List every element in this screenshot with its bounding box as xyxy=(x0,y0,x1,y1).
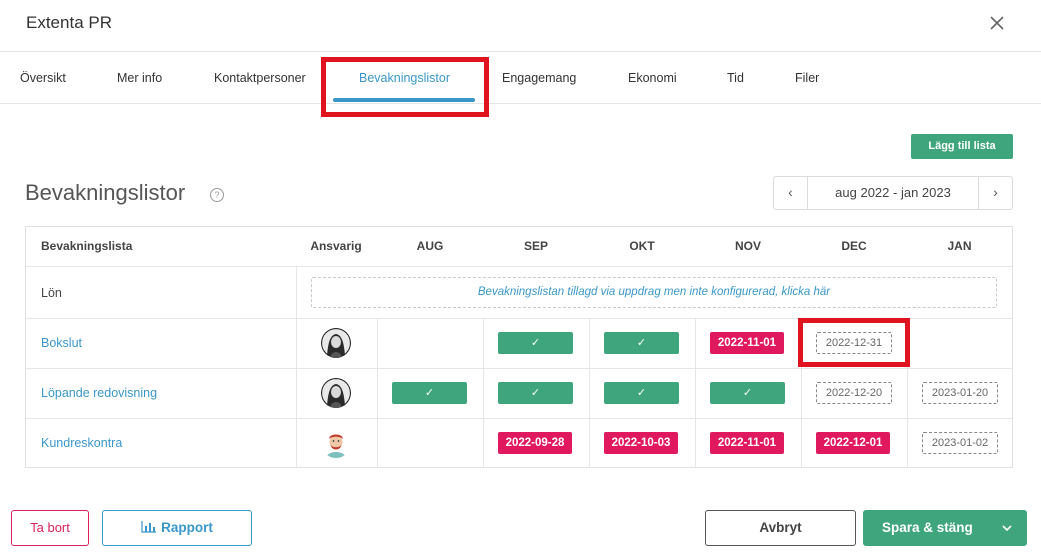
status-cell-pending[interactable]: 2023-01-02 xyxy=(922,432,998,454)
close-icon[interactable] xyxy=(986,12,1008,34)
date-range-label[interactable]: aug 2022 - jan 2023 xyxy=(808,177,978,209)
column-divider xyxy=(296,266,297,467)
column-header-dec: DEC xyxy=(841,239,867,253)
tab-bar: Översikt Mer info Kontaktpersoner Bevakn… xyxy=(0,53,1041,104)
status-cell-late[interactable]: 2022-10-03 xyxy=(604,432,678,454)
status-cell-ok[interactable]: ✓ xyxy=(392,382,467,404)
tab-tid[interactable]: Tid xyxy=(727,71,744,85)
date-range-picker: ‹ aug 2022 - jan 2023 › xyxy=(773,176,1013,210)
delete-button[interactable]: Ta bort xyxy=(11,510,89,546)
row-divider xyxy=(26,368,1012,369)
column-header-jan: JAN xyxy=(947,239,972,253)
status-cell-ok[interactable]: ✓ xyxy=(604,332,679,354)
modal-header: Extenta PR xyxy=(0,0,1041,52)
column-divider xyxy=(589,318,590,467)
avatar xyxy=(321,328,351,358)
column-divider xyxy=(483,318,484,467)
configure-watchlist-link[interactable]: Bevakningslistan tillagd via uppdrag men… xyxy=(311,277,997,308)
tab-mer-info[interactable]: Mer info xyxy=(117,71,162,85)
column-header-responsible: Ansvarig xyxy=(310,239,362,253)
tab-highlight-box xyxy=(321,57,489,117)
row-label-bokslut[interactable]: Bokslut xyxy=(41,336,82,350)
row-divider xyxy=(26,418,1012,419)
status-cell-pending[interactable]: 2022-12-20 xyxy=(816,382,892,404)
tab-oversikt[interactable]: Översikt xyxy=(20,71,66,85)
status-cell-late[interactable]: 2022-09-28 xyxy=(498,432,572,454)
bar-chart-icon xyxy=(141,521,157,533)
report-button-label: Rapport xyxy=(161,520,213,535)
status-cell-ok[interactable]: ✓ xyxy=(498,332,573,354)
status-cell-late[interactable]: 2022-11-01 xyxy=(710,432,784,454)
column-header-sep: SEP xyxy=(523,239,548,253)
column-header-nov: NOV xyxy=(734,239,761,253)
chevron-right-icon[interactable]: › xyxy=(978,177,1012,209)
status-cell-late[interactable]: 2022-12-01 xyxy=(816,432,890,454)
tab-kontaktpersoner[interactable]: Kontaktpersoner xyxy=(214,71,306,85)
status-cell-late[interactable]: 2022-11-01 xyxy=(710,332,784,354)
report-button[interactable]: Rapport xyxy=(102,510,252,546)
cell-highlight-box xyxy=(798,318,910,367)
avatar xyxy=(321,378,351,408)
chevron-down-icon[interactable] xyxy=(1002,511,1012,545)
avatar xyxy=(321,428,351,458)
help-icon[interactable]: ? xyxy=(210,188,224,202)
column-header-list: Bevakningslista xyxy=(41,239,133,253)
tab-filer[interactable]: Filer xyxy=(795,71,819,85)
page-title: Bevakningslistor xyxy=(25,180,186,205)
status-cell-ok[interactable]: ✓ xyxy=(498,382,573,404)
save-and-close-button[interactable]: Spara & stäng xyxy=(863,510,1027,546)
column-divider xyxy=(695,318,696,467)
modal-title: Extenta PR xyxy=(26,13,112,32)
status-cell-pending[interactable]: 2023-01-20 xyxy=(922,382,998,404)
save-button-label: Spara & stäng xyxy=(882,520,973,535)
column-header-aug: AUG xyxy=(416,239,444,253)
row-label-lopande-redovisning[interactable]: Löpande redovisning xyxy=(41,386,157,400)
column-divider xyxy=(377,318,378,467)
chevron-left-icon[interactable]: ‹ xyxy=(774,177,808,209)
status-cell-ok[interactable]: ✓ xyxy=(710,382,785,404)
cancel-button[interactable]: Avbryt xyxy=(705,510,856,546)
status-cell-ok[interactable]: ✓ xyxy=(604,382,679,404)
row-label-lon: Lön xyxy=(41,286,62,300)
row-label-kundreskontra[interactable]: Kundreskontra xyxy=(41,436,122,450)
add-list-button[interactable]: Lägg till lista xyxy=(911,134,1013,159)
column-header-okt: OKT xyxy=(629,239,655,253)
tab-engagemang[interactable]: Engagemang xyxy=(502,71,576,85)
tab-ekonomi[interactable]: Ekonomi xyxy=(628,71,677,85)
row-divider xyxy=(26,266,1012,267)
